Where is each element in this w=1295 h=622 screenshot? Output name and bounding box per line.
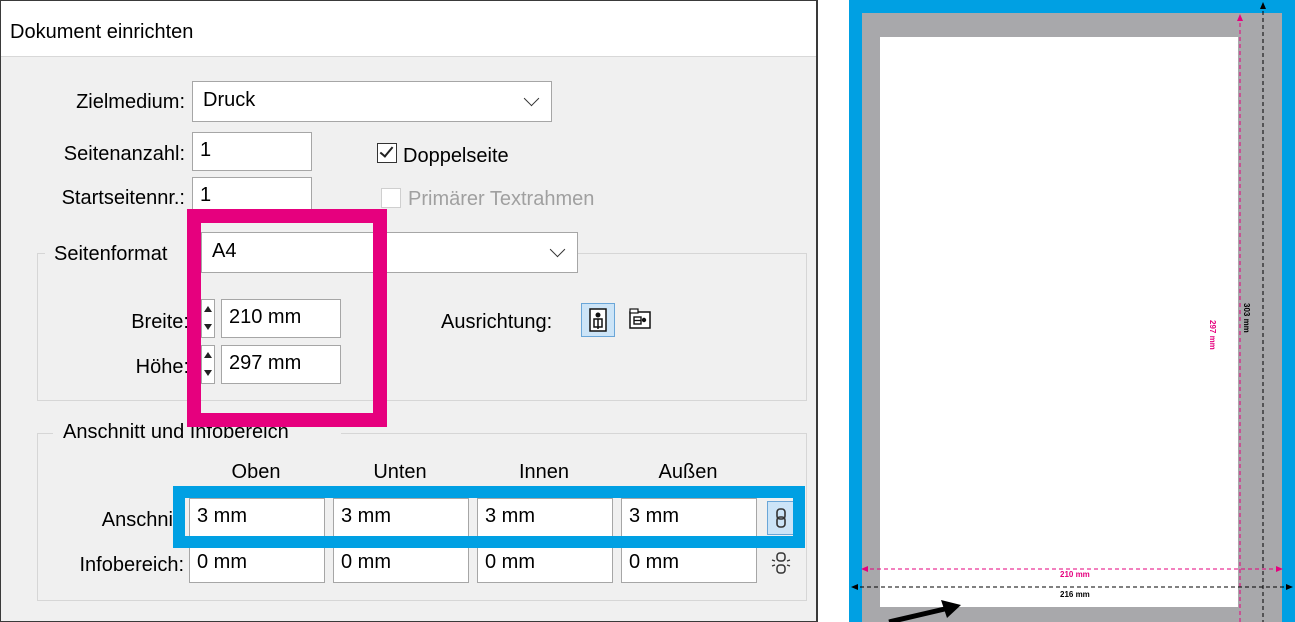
portrait-orientation-button[interactable] (581, 303, 615, 337)
broken-chain-icon (771, 552, 791, 574)
height-bleed-label: 303 mm (1242, 303, 1251, 333)
infobereich-link-button[interactable] (767, 547, 797, 581)
ausrichtung-label: Ausrichtung: (441, 311, 553, 333)
infobereich-oben-input[interactable]: 0 mm (189, 544, 325, 583)
landscape-orientation-button[interactable] (623, 303, 657, 337)
column-header-oben: Oben (231, 461, 281, 483)
breite-label: Breite: (131, 311, 189, 333)
primaer-textrahmen-label: Primärer Textrahmen (408, 188, 595, 210)
chevron-down-icon (549, 241, 566, 258)
zielmedium-select[interactable]: Druck (192, 81, 552, 122)
page-size-highlight-box (187, 209, 387, 427)
width-trim-label: 210 mm (1060, 570, 1090, 579)
primaer-textrahmen-checkbox[interactable] (381, 188, 401, 208)
column-header-unten: Unten (373, 461, 427, 483)
seitenanzahl-label: Seitenanzahl: (63, 143, 185, 165)
chevron-down-icon (523, 90, 540, 107)
page-preview: 210 mm 216 mm 297 mm 303 mm (849, 0, 1295, 622)
document-setup-dialog: Dokument einrichten Zielmedium: Druck Se… (0, 0, 818, 622)
hoehe-label: Höhe: (135, 356, 189, 378)
anschnitt-label: Anschnitt (101, 509, 184, 531)
infobereich-aussen-input[interactable]: 0 mm (621, 544, 757, 583)
infobereich-label: Infobereich: (79, 554, 184, 576)
zielmedium-label: Zielmedium: (76, 91, 185, 113)
landscape-icon (629, 308, 651, 329)
doppelseite-label: Doppelseite (403, 145, 509, 167)
infobereich-innen-input[interactable]: 0 mm (477, 544, 613, 583)
dialog-title: Dokument einrichten (10, 21, 194, 43)
bleed-highlight-box (173, 486, 805, 548)
doppelseite-checkbox[interactable] (377, 143, 397, 163)
dimension-lines (851, 2, 1293, 622)
seitenanzahl-input[interactable]: 1 (192, 132, 312, 171)
column-header-innen: Innen (518, 461, 570, 483)
infobereich-unten-input[interactable]: 0 mm (333, 544, 469, 583)
height-trim-label: 297 mm (1208, 320, 1217, 350)
startseite-label: Startseitennr.: (61, 187, 185, 209)
portrait-icon (589, 308, 607, 332)
seitenformat-label: Seitenformat (54, 243, 168, 265)
dialog-titlebar: Dokument einrichten (1, 1, 816, 57)
checkmark-icon (379, 143, 394, 158)
column-header-aussen: Außen (658, 461, 718, 483)
width-bleed-label: 216 mm (1060, 590, 1090, 599)
zielmedium-value: Druck (203, 89, 256, 111)
